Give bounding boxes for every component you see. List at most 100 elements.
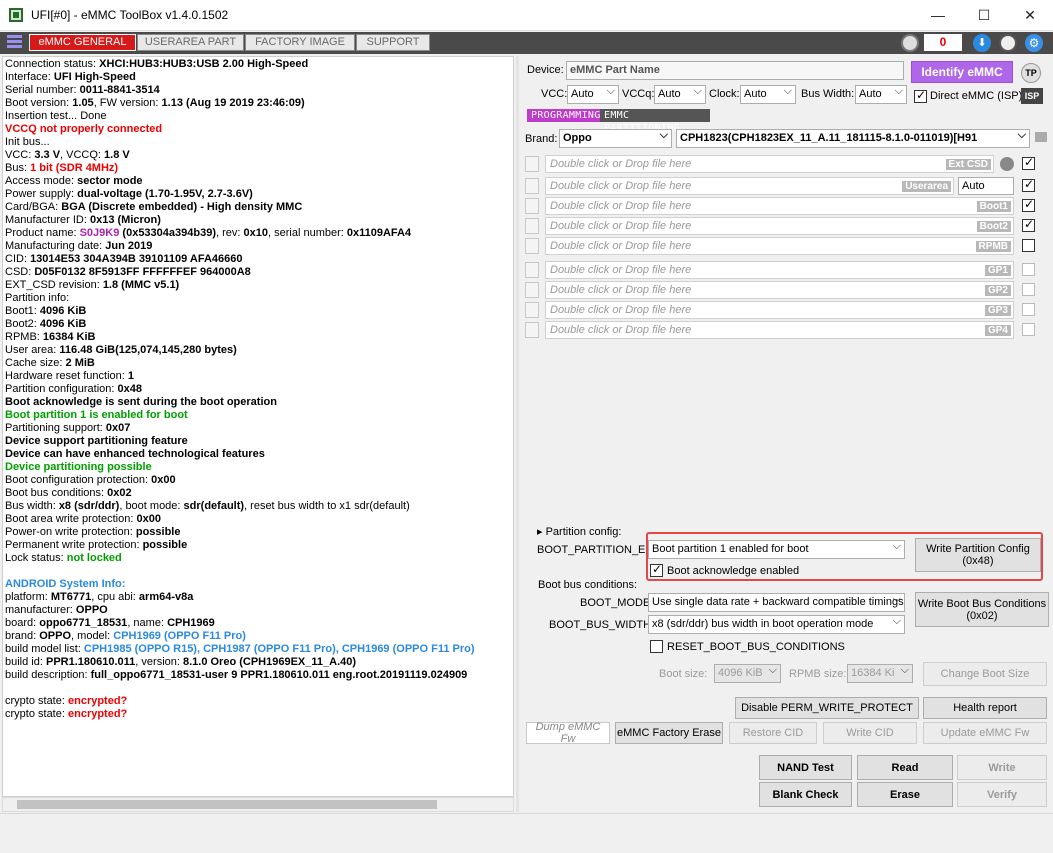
write-button[interactable]: Write [957,755,1047,780]
boot-size-select[interactable]: 4096 KiB [714,664,781,683]
tab-support[interactable]: SUPPORT [356,34,430,51]
device-name-field[interactable]: eMMC Part Name [566,61,904,80]
health-report-button[interactable]: Health report [923,697,1047,719]
isp-button[interactable]: ISP [1021,88,1043,104]
verify-button[interactable]: Verify [957,782,1047,807]
log-spacer [5,682,511,695]
boot1-checkbox[interactable] [1022,197,1035,212]
boot2-checkbox[interactable] [1022,217,1035,232]
write-boot-bus-conditions-button[interactable]: Write Boot Bus Conditions (0x02) [915,592,1049,627]
log-line: Lock status: not locked [5,552,122,564]
hamburger-menu-icon[interactable] [7,35,22,50]
log-line: Boot configuration protection: 0x00 [5,474,176,486]
emmc-factory-erase-button[interactable]: eMMC Factory Erase [615,722,723,744]
tab-userarea-part[interactable]: USERAREA PART [137,34,244,51]
boot-bus-width-select[interactable]: x8 (sdr/ddr) bus width in boot operation… [648,615,905,634]
boot2-file-input[interactable]: Double click or Drop file here Boot2 [545,217,1014,235]
partition-tag: GP3 [984,305,1011,316]
userarea-file-input[interactable]: Double click or Drop file here Userarea [545,177,954,195]
log-line-success: Boot partition 1 is enabled for boot [5,409,188,421]
firmware-select[interactable]: CPH1823(CPH1823EX_11_A.11_181115-8.1.0-0… [676,129,1030,148]
reset-boot-bus-checkbox[interactable] [650,640,663,653]
log-spacer [5,565,511,578]
log-horizontal-scrollbar[interactable] [2,797,514,812]
log-line: board: oppo6771_18531, name: CPH1969 [5,617,215,629]
log-line: Manufacturer ID: 0x13 (Micron) [5,214,161,226]
gp4-checkbox[interactable] [1022,323,1035,336]
log-line: Product name: S0J9K9 (0x53304a394b39), r… [5,227,412,239]
file-icon [525,238,539,254]
dump-emmc-fw-button[interactable]: Dump eMMC Fw [526,721,610,745]
log-line: Interface: UFI High-Speed [5,71,136,83]
rpmb-checkbox[interactable] [1022,239,1035,252]
userarea-checkbox[interactable] [1022,177,1035,192]
gear-icon[interactable]: ⚙ [1025,34,1043,52]
disable-perm-write-protect-button[interactable]: Disable PERM_WRITE_PROTECT [735,697,919,719]
vcc-select[interactable]: Auto [567,85,619,104]
clock-label: Clock: [709,88,740,100]
log-line: CID: 13014E53 304A394B 39101109 AFA46660 [5,253,243,265]
log-line: EXT_CSD revision: 1.8 (MMC v5.1) [5,279,180,291]
brand-label: Brand: [525,133,558,145]
subtab-programming[interactable]: PROGRAMMING [527,109,600,122]
blank-check-button[interactable]: Blank Check [759,782,852,807]
change-boot-size-button[interactable]: Change Boot Size [923,662,1047,686]
log-line: Partitioning support: 0x07 [5,422,131,434]
gp2-checkbox[interactable] [1022,283,1035,296]
rpmb-size-select[interactable]: 16384 Ki [847,664,913,683]
brand-select[interactable]: Oppo [559,129,672,148]
read-button[interactable]: Read [857,755,953,780]
bus-width-label: Bus Width: [801,88,855,100]
gp3-checkbox[interactable] [1022,303,1035,316]
gp3-file-input[interactable]: Double click or Drop file here GP3 [545,301,1014,319]
write-cid-button[interactable]: Write CID [823,722,917,744]
ext-csd-file-input[interactable]: Double click or Drop file here Ext CSD [545,155,994,173]
info-icon[interactable] [999,34,1017,52]
bus-width-select[interactable]: Auto [855,85,907,104]
clock-select[interactable]: Auto [740,85,796,104]
ext-csd-checkbox[interactable] [1022,155,1035,170]
log-line: Boot1: 4096 KiB [5,305,87,317]
log-line: Partition configuration: 0x48 [5,383,142,395]
highlight-box [646,532,1043,581]
nand-test-button[interactable]: NAND Test [759,755,852,780]
app-logo-icon [9,8,23,22]
vccq-select[interactable]: Auto [654,85,706,104]
boot1-file-input[interactable]: Double click or Drop file here Boot1 [545,197,1014,215]
scrollbar-thumb[interactable] [17,800,437,809]
tab-emmc-general[interactable]: eMMC GENERAL [29,34,136,51]
gp1-checkbox[interactable] [1022,263,1035,276]
subtab-emmc-partitioning[interactable]: EMMC PARTITIONING [600,109,710,134]
reset-boot-bus-label: RESET_BOOT_BUS_CONDITIONS [667,641,845,653]
log-line: RPMB: 16384 KiB [5,331,96,343]
minimize-button[interactable]: — [915,0,961,31]
tab-factory-image[interactable]: FACTORY IMAGE [245,34,355,51]
right-panel: Device: eMMC Part Name Identify eMMC TP … [519,56,1053,813]
close-button[interactable]: ✕ [1007,0,1053,31]
log-line: Access mode: sector mode [5,175,143,187]
title-bar: UFI[#0] - eMMC ToolBox v1.4.0.1502 — ☐ ✕ [0,0,1053,31]
gp1-file-input[interactable]: Double click or Drop file here GP1 [545,261,1014,279]
maximize-button[interactable]: ☐ [961,0,1007,31]
download-icon[interactable]: ⬇ [973,34,991,52]
gp4-file-input[interactable]: Double click or Drop file here GP4 [545,321,1014,339]
update-emmc-fw-button[interactable]: Update eMMC Fw [923,722,1047,744]
boot-partition-label: BOOT_PARTITION_EN [537,544,654,556]
testpoint-button[interactable]: TP [1021,63,1041,83]
erase-button[interactable]: Erase [857,782,953,807]
boot-mode-select[interactable]: Use single data rate + backward compatib… [648,593,905,612]
expand-arrow-icon[interactable]: ▸ [537,526,546,538]
restore-cid-button[interactable]: Restore CID [729,722,817,744]
userarea-size-field[interactable]: Auto [958,177,1014,195]
direct-emmc-checkbox[interactable] [914,88,927,103]
log-line: VCC: 3.3 V, VCCQ: 1.8 V [5,149,130,161]
window-title: UFI[#0] - eMMC ToolBox v1.4.0.1502 [31,8,229,22]
folder-icon[interactable] [1035,132,1047,142]
rpmb-file-input[interactable]: Double click or Drop file here RPMB [545,237,1014,255]
log-line: Power-on write protection: possible [5,526,181,538]
settings-wheel-icon[interactable] [901,34,919,52]
counter-badge: 0 [924,34,962,51]
log-line: brand: OPPO, model: CPH1969 (OPPO F11 Pr… [5,630,246,642]
gp2-file-input[interactable]: Double click or Drop file here GP2 [545,281,1014,299]
identify-emmc-button[interactable]: Identify eMMC [911,61,1013,83]
